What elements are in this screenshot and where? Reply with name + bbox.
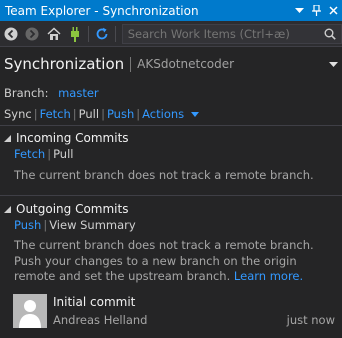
- outgoing-push-link[interactable]: Push: [14, 218, 41, 232]
- separator: |: [72, 107, 77, 121]
- outgoing-message: The current branch does not track a remo…: [14, 238, 336, 285]
- separator: |: [43, 218, 48, 232]
- pull-link[interactable]: Pull: [79, 107, 99, 121]
- toolbar-separator: [114, 25, 116, 42]
- commit-item[interactable]: Initial commit Andreas Helland just now: [13, 294, 337, 330]
- sync-label: Sync: [4, 107, 32, 121]
- collapse-icon[interactable]: [4, 134, 16, 142]
- outgoing-commits-title: Outgoing Commits: [16, 202, 129, 216]
- page-header: Synchronization AKSdotnetcoder: [0, 47, 342, 81]
- fetch-link[interactable]: Fetch: [40, 107, 71, 121]
- branch-link[interactable]: master: [58, 86, 99, 100]
- separator: |: [136, 107, 141, 121]
- separator: |: [47, 147, 52, 161]
- title-bar: Team Explorer - Synchronization: [0, 0, 342, 21]
- learn-more-link[interactable]: Learn more.: [234, 269, 303, 283]
- search-icon[interactable]: [319, 28, 341, 40]
- incoming-commits-title: Incoming Commits: [16, 131, 129, 145]
- push-link[interactable]: Push: [107, 107, 134, 121]
- pin-icon[interactable]: [308, 0, 325, 21]
- search-input[interactable]: [122, 26, 320, 41]
- back-icon[interactable]: [0, 23, 22, 45]
- toolbar-separator: [88, 25, 90, 42]
- actions-label: Actions: [142, 107, 185, 121]
- commit-message: Initial commit: [53, 295, 136, 309]
- incoming-links: Fetch | Pull: [14, 147, 336, 163]
- collapse-icon[interactable]: [4, 205, 16, 213]
- repository-name: AKSdotnetcoder: [137, 57, 235, 71]
- dropdown-icon[interactable]: [291, 0, 308, 21]
- view-summary-link[interactable]: View Summary: [49, 218, 136, 232]
- avatar: [13, 294, 47, 328]
- incoming-fetch-link[interactable]: Fetch: [14, 147, 45, 161]
- section-divider: [0, 125, 342, 126]
- header-divider: [130, 56, 132, 72]
- window-title: Team Explorer - Synchronization: [5, 3, 199, 18]
- section-divider: [0, 195, 342, 196]
- separator: |: [101, 107, 105, 121]
- commit-time: just now: [286, 313, 335, 327]
- page-title: Synchronization: [4, 55, 125, 73]
- page-menu-icon[interactable]: [324, 61, 342, 67]
- incoming-message: The current branch does not track a remo…: [14, 168, 314, 182]
- home-icon[interactable]: [43, 23, 65, 45]
- actions-row: Sync | Fetch | Pull | Push | Actions: [4, 107, 199, 121]
- branch-label: Branch:: [4, 86, 49, 100]
- chevron-down-icon: [190, 112, 199, 117]
- branch-row: Branch: master: [4, 86, 99, 100]
- toolbar: [0, 21, 342, 47]
- forward-icon[interactable]: [22, 23, 44, 45]
- outgoing-commits-header[interactable]: Outgoing Commits: [4, 202, 128, 216]
- outgoing-links: Push | View Summary: [14, 218, 336, 234]
- incoming-pull-link[interactable]: Pull: [53, 147, 73, 161]
- separator: |: [33, 107, 38, 121]
- search-box[interactable]: [121, 23, 342, 44]
- refresh-icon[interactable]: [91, 23, 113, 45]
- commit-author: Andreas Helland: [53, 313, 148, 327]
- incoming-commits-header[interactable]: Incoming Commits: [4, 131, 129, 145]
- actions-menu[interactable]: Actions: [142, 107, 199, 121]
- close-icon[interactable]: [325, 0, 342, 21]
- connect-icon[interactable]: [65, 23, 87, 45]
